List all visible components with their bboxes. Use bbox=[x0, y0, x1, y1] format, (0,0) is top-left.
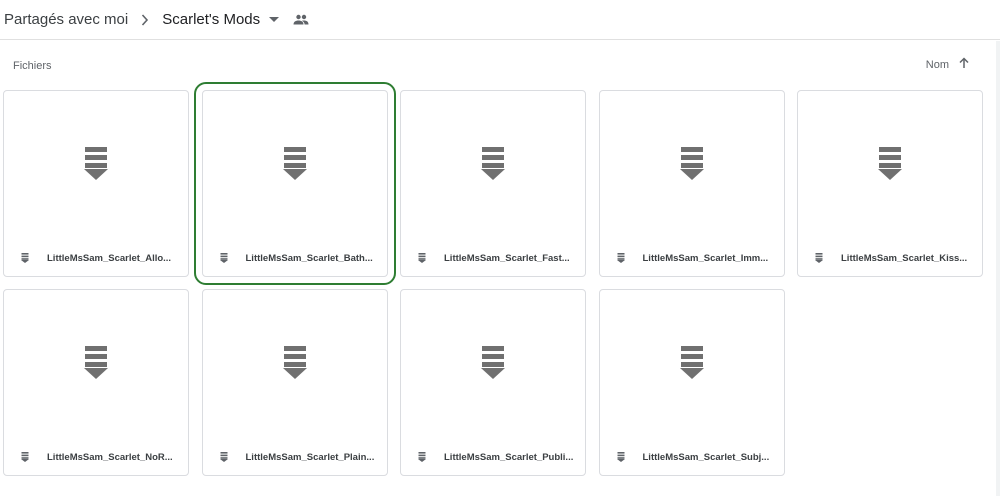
file-card[interactable]: LittleMsSam_Scarlet_Bath... bbox=[193, 82, 396, 285]
file-icon bbox=[282, 346, 307, 384]
file-type-icon bbox=[815, 252, 825, 264]
file-name: LittleMsSam_Scarlet_Kiss... bbox=[841, 252, 968, 264]
sort-label: Nom bbox=[925, 59, 949, 71]
file-type-icon bbox=[418, 252, 428, 264]
file-thumbnail bbox=[4, 290, 188, 440]
file-name: LittleMsSam_Scarlet_Publi... bbox=[444, 451, 574, 463]
file-card[interactable]: LittleMsSam_Scarlet_Publi... bbox=[400, 289, 586, 476]
file-type-icon bbox=[616, 252, 627, 264]
file-type-icon bbox=[616, 451, 627, 463]
file-card-footer: LittleMsSam_Scarlet_Plain... bbox=[203, 439, 387, 475]
breadcrumb-current-folder[interactable]: Scarlet's Mods bbox=[162, 7, 260, 32]
file-thumbnail bbox=[401, 91, 585, 241]
file-name: LittleMsSam_Scarlet_Subj... bbox=[642, 451, 770, 463]
file-card[interactable]: LittleMsSam_Scarlet_NoR... bbox=[3, 289, 189, 476]
breadcrumb-shared-with-me[interactable]: Partagés avec moi bbox=[4, 7, 128, 32]
file-type-icon bbox=[219, 252, 230, 264]
file-name: LittleMsSam_Scarlet_NoR... bbox=[47, 451, 173, 463]
file-thumbnail bbox=[203, 290, 387, 440]
file-card-footer: LittleMsSam_Scarlet_Allo... bbox=[4, 240, 188, 276]
file-card[interactable]: LittleMsSam_Scarlet_Imm... bbox=[598, 90, 785, 277]
file-name: LittleMsSam_Scarlet_Imm... bbox=[642, 252, 769, 264]
file-card-footer: LittleMsSam_Scarlet_Kiss... bbox=[798, 240, 982, 276]
file-grid: LittleMsSam_Scarlet_Allo... LittleMsSam_… bbox=[3, 82, 988, 476]
file-type-icon bbox=[21, 252, 31, 264]
file-icon bbox=[481, 147, 505, 185]
file-icon bbox=[878, 147, 902, 185]
file-icon bbox=[679, 147, 704, 185]
shared-people-icon[interactable] bbox=[293, 14, 309, 25]
file-card-footer: LittleMsSam_Scarlet_Bath... bbox=[203, 240, 387, 276]
file-name: LittleMsSam_Scarlet_Allo... bbox=[47, 252, 172, 264]
breadcrumb: Partagés avec moi Scarlet's Mods bbox=[0, 0, 1000, 40]
file-icon bbox=[282, 147, 307, 185]
chevron-right-icon bbox=[141, 13, 149, 26]
file-type-icon bbox=[219, 451, 230, 463]
file-card[interactable]: LittleMsSam_Scarlet_Fast... bbox=[400, 90, 586, 277]
file-name: LittleMsSam_Scarlet_Plain... bbox=[245, 451, 375, 463]
file-icon bbox=[84, 147, 108, 185]
arrow-up-icon bbox=[958, 56, 970, 74]
file-card[interactable]: LittleMsSam_Scarlet_Allo... bbox=[3, 90, 189, 277]
file-thumbnail bbox=[798, 91, 982, 241]
file-thumbnail bbox=[203, 91, 387, 241]
file-thumbnail bbox=[600, 290, 784, 440]
file-thumbnail bbox=[401, 290, 585, 440]
file-card-footer: LittleMsSam_Scarlet_Subj... bbox=[600, 439, 784, 475]
file-type-icon bbox=[21, 451, 31, 463]
file-card-footer: LittleMsSam_Scarlet_NoR... bbox=[4, 439, 188, 475]
file-type-icon bbox=[418, 451, 428, 463]
sort-by-name-button[interactable]: Nom bbox=[926, 56, 970, 74]
file-card-footer: LittleMsSam_Scarlet_Fast... bbox=[401, 240, 585, 276]
file-icon bbox=[84, 346, 108, 384]
file-icon bbox=[679, 346, 704, 384]
file-icon bbox=[481, 346, 505, 384]
file-card-footer: LittleMsSam_Scarlet_Publi... bbox=[401, 439, 585, 475]
file-thumbnail bbox=[600, 91, 784, 241]
file-card[interactable]: LittleMsSam_Scarlet_Kiss... bbox=[797, 90, 983, 277]
file-thumbnail bbox=[4, 91, 188, 241]
caret-down-icon[interactable] bbox=[269, 16, 280, 23]
file-card[interactable]: LittleMsSam_Scarlet_Plain... bbox=[201, 289, 388, 476]
file-name: LittleMsSam_Scarlet_Bath... bbox=[245, 252, 373, 264]
file-card[interactable]: LittleMsSam_Scarlet_Subj... bbox=[598, 289, 785, 476]
file-card-footer: LittleMsSam_Scarlet_Imm... bbox=[600, 240, 784, 276]
scrollbar[interactable] bbox=[996, 41, 1000, 496]
file-name: LittleMsSam_Scarlet_Fast... bbox=[444, 252, 570, 264]
section-label: Fichiers bbox=[13, 60, 52, 72]
files-section-header: Fichiers Nom bbox=[0, 54, 1000, 78]
